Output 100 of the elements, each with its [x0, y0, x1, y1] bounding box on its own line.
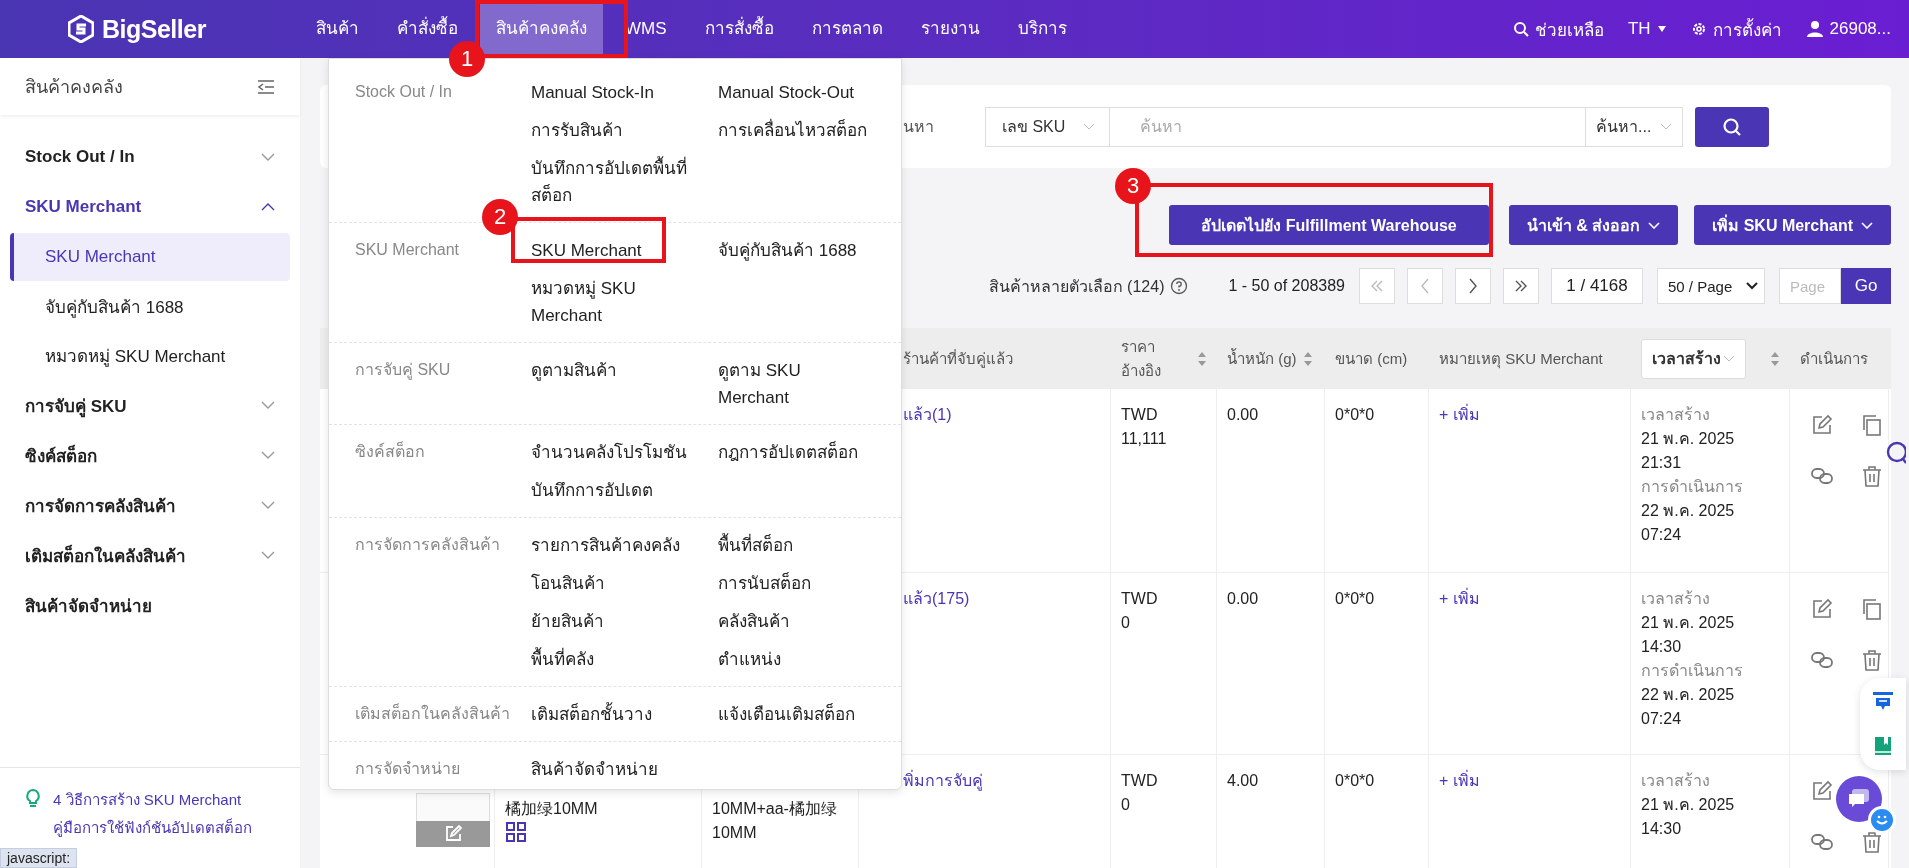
search-field[interactable]: ค้นหา: [1110, 106, 1585, 147]
settings-link[interactable]: การตั้งค่า: [1690, 15, 1782, 43]
nav-tab[interactable]: สินค้า: [300, 19, 375, 39]
add-note-link[interactable]: + เพิ่ม: [1439, 769, 1480, 793]
menu-item[interactable]: รายการสินค้าคงคลัง: [531, 526, 701, 564]
page-size-select[interactable]: 50 / Page: [1657, 268, 1765, 304]
menu-item[interactable]: ดูตามสินค้า: [531, 351, 701, 389]
help-icon[interactable]: [1170, 277, 1189, 295]
product-name: 橘加绿10MM: [505, 799, 598, 819]
time-label: เวลาสร้าง: [1641, 771, 1710, 791]
sidebar-item[interactable]: จับคู่กับสินค้า 1688: [10, 282, 290, 330]
action-button[interactable]: อัปเดตไปยัง Fulfillment Warehouse: [1169, 205, 1489, 245]
chevron-down-icon: [1746, 282, 1758, 290]
delete-button[interactable]: [1860, 648, 1884, 672]
user-menu[interactable]: 26908...: [1805, 19, 1891, 39]
search-icon: [1722, 116, 1742, 137]
menu-item[interactable]: Manual Stock-In: [531, 73, 701, 111]
time-value: 07:24: [1641, 525, 1682, 545]
search-type-select[interactable]: เลข SKU: [985, 106, 1110, 147]
help-link[interactable]: คู่มือการใช้ฟังก์ชันอัปเดตสต็อก: [53, 816, 252, 840]
matched-stores-link[interactable]: พิ่มการจับคู่: [903, 769, 983, 793]
menu-item[interactable]: บันทึกการอัปเดตพื้นที่สต็อก: [531, 149, 701, 214]
sort-icon[interactable]: [1770, 350, 1780, 367]
menu-item[interactable]: Manual Stock-Out: [718, 73, 873, 111]
search-mode-select[interactable]: ค้นหา...: [1585, 106, 1683, 147]
language-select[interactable]: TH: [1627, 19, 1667, 39]
matched-stores-link[interactable]: แล้ว(1): [903, 403, 952, 427]
action-button[interactable]: เพิ่ม SKU Merchant: [1694, 205, 1891, 245]
help-link[interactable]: ช่วยเหลือ: [1512, 15, 1604, 43]
edit-button[interactable]: [1810, 597, 1834, 621]
action-button[interactable]: นำเข้า & ส่งออก: [1508, 205, 1679, 245]
sidebar-group[interactable]: สินค้าจัดจำหน่าย: [0, 580, 300, 630]
chevron-down-icon: [1660, 123, 1672, 130]
nav-tab[interactable]: การตลาด: [795, 19, 899, 39]
book-icon[interactable]: [1873, 735, 1893, 758]
sort-icon[interactable]: [1302, 350, 1313, 367]
go-button[interactable]: Go: [1841, 268, 1891, 304]
menu-item[interactable]: บันทึกการอัปเดต: [531, 471, 701, 509]
menu-item[interactable]: ดูตาม SKU Merchant: [718, 351, 873, 416]
search-button[interactable]: [1695, 106, 1769, 147]
menu-item[interactable]: พื้นที่สต็อก: [718, 526, 873, 564]
assistant-button[interactable]: [1868, 806, 1896, 834]
menu-item[interactable]: SKU Merchant: [531, 231, 701, 269]
menu-item[interactable]: ตำแหน่ง: [718, 640, 873, 678]
time-label: การดำเนินการ: [1641, 661, 1743, 681]
menu-item[interactable]: การเคลื่อนไหวสต็อก: [718, 111, 873, 149]
price-value: 11,111: [1121, 429, 1167, 449]
search-icon: [1512, 21, 1529, 37]
nav-tab[interactable]: รายงาน: [904, 19, 996, 39]
sidebar-item[interactable]: SKU Merchant: [10, 233, 290, 281]
sidebar-group[interactable]: ซิงค์สต็อก: [0, 430, 300, 480]
sidebar-item[interactable]: หมวดหมู่ SKU Merchant: [10, 331, 290, 379]
edit-button[interactable]: [1810, 779, 1834, 803]
edit-button[interactable]: [1810, 413, 1834, 437]
menu-item[interactable]: สินค้าจัดจำหน่าย: [531, 750, 701, 788]
matched-stores-link[interactable]: แล้ว(175): [903, 587, 970, 611]
double-chevron-right-icon: [1514, 280, 1528, 292]
column-header: ดำเนินการ: [1800, 348, 1868, 369]
menu-item[interactable]: จำนวนคลังโปรโมชัน: [531, 433, 701, 471]
sidebar-group[interactable]: SKU Merchant: [0, 182, 300, 232]
grid-icon[interactable]: [505, 821, 527, 843]
sidebar-group[interactable]: Stock Out / In: [0, 132, 300, 182]
nav-tab[interactable]: บริการ: [1001, 19, 1083, 39]
menu-item[interactable]: การรับสินค้า: [531, 111, 701, 149]
menu-item[interactable]: หมวดหมู่ SKU Merchant: [531, 269, 701, 334]
menu-item[interactable]: พื้นที่คลัง: [531, 640, 701, 678]
menu-item[interactable]: เติมสต็อกชั้นวาง: [531, 695, 701, 733]
menu-item[interactable]: จับคู่กับสินค้า 1688: [718, 231, 873, 269]
menu-section-label: การจัดจำหน่าย: [354, 759, 461, 779]
help-link[interactable]: 4 วิธีการสร้าง SKU Merchant: [53, 788, 252, 812]
edit-image-button[interactable]: [416, 821, 490, 847]
add-note-link[interactable]: + เพิ่ม: [1439, 403, 1480, 427]
sidebar-group[interactable]: การจับคู่ SKU: [0, 380, 300, 430]
copy-button[interactable]: [1860, 413, 1884, 437]
menu-section-label: ซิงค์สต็อก: [354, 440, 426, 462]
copy-icon: [1861, 598, 1883, 620]
link-icon: [1810, 832, 1834, 852]
weight-value: 4.00: [1227, 771, 1259, 791]
price-value: 0: [1121, 795, 1130, 815]
copy-button[interactable]: [1860, 597, 1884, 621]
menu-item[interactable]: กฎการอัปเดตสต็อก: [718, 433, 873, 471]
time-value: 14:30: [1641, 819, 1682, 839]
delete-button[interactable]: [1860, 464, 1884, 488]
menu-item[interactable]: คลังสินค้า: [718, 602, 873, 640]
menu-item[interactable]: การนับสต็อก: [718, 564, 873, 602]
menu-item[interactable]: ย้ายสินค้า: [531, 602, 701, 640]
step-badge: 3: [1115, 168, 1151, 204]
time-value: 21 พ.ค. 2025: [1641, 795, 1735, 815]
sidebar-group[interactable]: เติมสต็อกในคลังสินค้า: [0, 530, 300, 580]
menu-item[interactable]: โอนสินค้า: [531, 564, 701, 602]
sort-icon[interactable]: [1197, 350, 1207, 367]
delete-button[interactable]: [1860, 830, 1884, 854]
sidebar-group[interactable]: การจัดการคลังสินค้า: [0, 480, 300, 530]
trash-icon: [1861, 465, 1883, 487]
page-input[interactable]: Page: [1779, 268, 1841, 304]
add-note-link[interactable]: + เพิ่ม: [1439, 587, 1480, 611]
menu-item[interactable]: แจ้งเตือนเติมสต็อก: [718, 695, 873, 733]
sort-field-select[interactable]: เวลาสร้าง: [1641, 338, 1746, 379]
comment-icon[interactable]: [1872, 690, 1894, 711]
collapse-icon[interactable]: [257, 78, 275, 95]
